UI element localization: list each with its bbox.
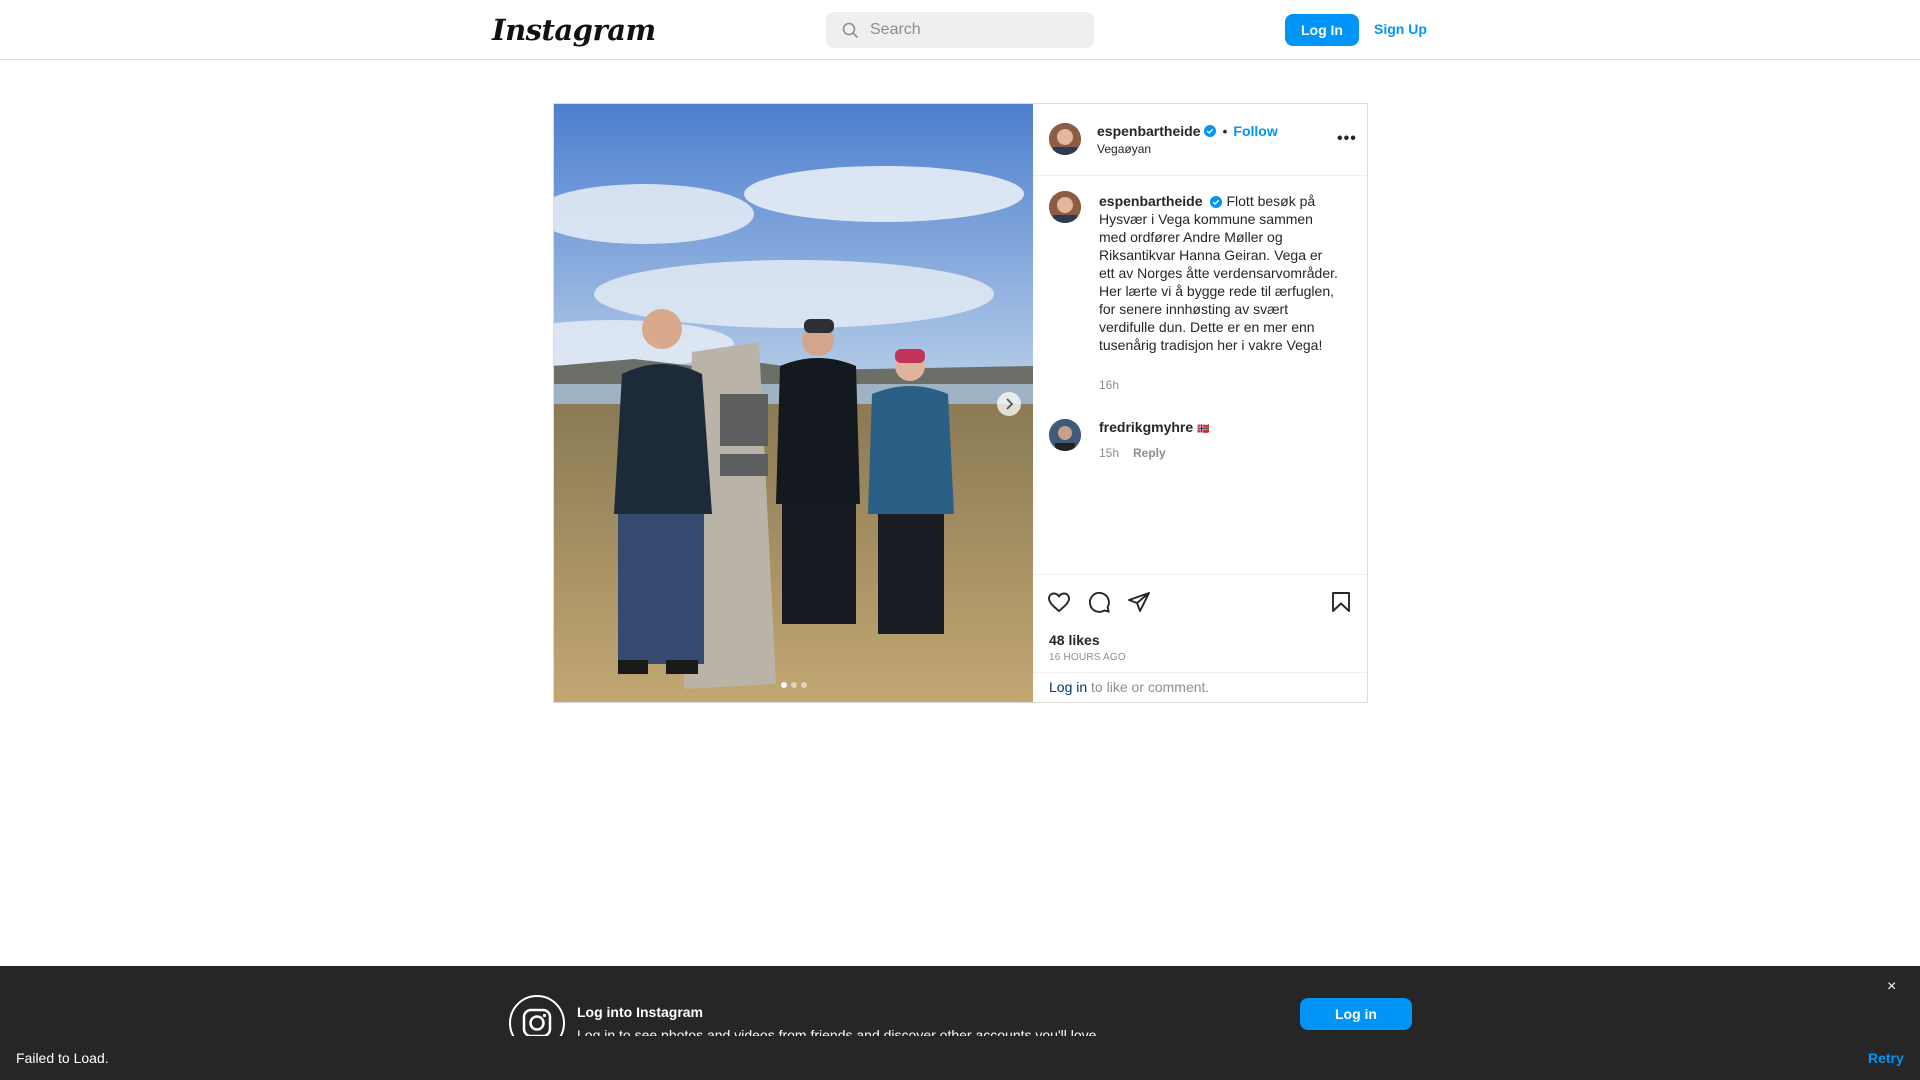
chevron-right-icon <box>1006 398 1014 410</box>
post-card: espenbartheide • Follow Vegaøyan ••• esp… <box>553 103 1368 703</box>
login-banner: Log into Instagram Log in to see photos … <box>0 966 1920 1051</box>
verified-badge-icon <box>1204 125 1217 137</box>
photo-scene <box>554 104 1033 702</box>
post-caption: espenbartheide Flott besøk på Hysvær i Ve… <box>1099 192 1339 354</box>
avatar-image <box>1049 191 1081 223</box>
commenter-avatar[interactable] <box>1049 419 1081 451</box>
banner-title: Log into Instagram <box>577 1004 703 1020</box>
post-date[interactable]: 16 HOURS AGO <box>1049 652 1126 663</box>
login-button[interactable]: Log In <box>1285 14 1359 46</box>
caption-timestamp[interactable]: 16h <box>1099 378 1119 392</box>
login-prompt-link[interactable]: Log in <box>1049 679 1087 695</box>
login-prompt-text: to like or comment. <box>1087 679 1210 695</box>
search-placeholder[interactable]: Search <box>870 21 921 39</box>
author-avatar[interactable] <box>1049 123 1081 155</box>
post-header: espenbartheide • Follow Vegaøyan ••• <box>1033 104 1367 176</box>
comment-icon[interactable] <box>1087 590 1111 614</box>
caption-author-avatar[interactable] <box>1049 191 1081 223</box>
caption-username[interactable]: espenbartheide <box>1099 193 1202 209</box>
carousel-next-button[interactable] <box>997 392 1021 416</box>
bookmark-icon[interactable] <box>1329 590 1353 614</box>
post-photo[interactable] <box>554 104 1033 702</box>
caption-text: Flott besøk på Hysvær i Vega kommune sam… <box>1099 193 1338 353</box>
search-icon <box>842 22 858 38</box>
post-actions: 48 likes 16 HOURS AGO <box>1033 574 1367 674</box>
signup-link[interactable]: Sign Up <box>1374 21 1427 37</box>
error-message: Failed to Load. <box>16 1050 109 1066</box>
post-sidebar: espenbartheide • Follow Vegaøyan ••• esp… <box>1033 104 1367 702</box>
banner-login-button[interactable]: Log in <box>1300 998 1412 1030</box>
commenter-username[interactable]: fredrikgmyhre <box>1099 419 1193 435</box>
avatar-image <box>1049 123 1081 155</box>
comments-section: espenbartheide Flott besøk på Hysvær i Ve… <box>1033 176 1367 574</box>
comment: fredrikgmyhre 🇳🇴 <box>1099 419 1210 435</box>
carousel-dot-active <box>780 682 787 688</box>
follow-button[interactable]: Follow <box>1233 123 1277 139</box>
error-toast: Failed to Load. Retry <box>0 1036 1920 1080</box>
top-navigation-bar: Instagram Search Log In Sign Up <box>0 0 1920 60</box>
retry-button[interactable]: Retry <box>1868 1050 1904 1066</box>
carousel-indicator <box>554 682 1033 688</box>
comment-text: 🇳🇴 <box>1197 424 1210 435</box>
ellipsis-icon[interactable]: ••• <box>1337 130 1357 148</box>
reply-button[interactable]: Reply <box>1133 446 1166 460</box>
comment-timestamp[interactable]: 15h <box>1099 446 1119 460</box>
close-icon[interactable]: × <box>1887 978 1896 996</box>
share-icon[interactable] <box>1127 590 1151 614</box>
avatar-image <box>1049 419 1081 451</box>
likes-count[interactable]: 48 likes <box>1049 632 1100 648</box>
login-prompt: Log in to like or comment. <box>1033 672 1367 702</box>
carousel-dot <box>800 682 807 688</box>
search-box[interactable]: Search <box>826 12 1094 48</box>
author-username[interactable]: espenbartheide <box>1097 123 1200 139</box>
author-line: espenbartheide • Follow <box>1097 123 1278 139</box>
separator-dot: • <box>1222 123 1228 139</box>
heart-icon[interactable] <box>1047 590 1071 614</box>
post-location[interactable]: Vegaøyan <box>1097 142 1151 156</box>
verified-badge-icon <box>1210 196 1223 209</box>
instagram-logo[interactable]: Instagram <box>492 13 656 47</box>
carousel-dot <box>790 682 797 688</box>
